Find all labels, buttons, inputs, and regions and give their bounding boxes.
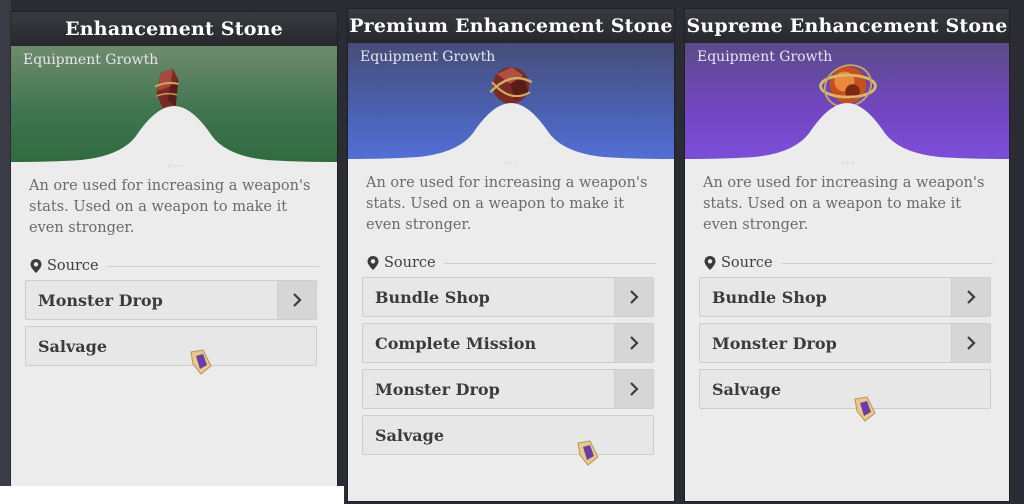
source-row-label: Monster Drop xyxy=(375,379,500,399)
source-row-bundle-shop[interactable]: Bundle Shop xyxy=(362,277,654,317)
header-curve xyxy=(11,106,337,166)
header-curve xyxy=(685,103,1009,163)
card-header: Equipment Growth xyxy=(11,46,337,166)
card-title: Premium Enhancement Stone xyxy=(348,9,674,43)
chevron-right-icon[interactable] xyxy=(614,324,653,362)
header-curve xyxy=(348,103,674,163)
bottom-strip xyxy=(0,486,344,504)
source-row-monster-drop[interactable]: Monster Drop xyxy=(362,369,654,409)
card-header: Equipment Growth xyxy=(685,43,1009,163)
source-rule xyxy=(443,262,656,264)
source-label: Source xyxy=(47,258,99,274)
chevron-right-icon[interactable] xyxy=(951,324,990,362)
chevron-right-icon[interactable] xyxy=(277,281,316,319)
source-row-monster-drop[interactable]: Monster Drop xyxy=(25,280,317,320)
source-heading: Source xyxy=(703,253,993,273)
source-heading: Source xyxy=(366,253,656,273)
source-row-label: Bundle Shop xyxy=(712,287,827,307)
source-row-label: Monster Drop xyxy=(712,333,837,353)
card-title: Enhancement Stone xyxy=(11,12,337,46)
item-card-supreme-enhancement-stone: Supreme Enhancement Stone Equipment Grow… xyxy=(685,9,1009,501)
source-row-label: Salvage xyxy=(712,379,782,399)
chevron-right-icon[interactable] xyxy=(614,370,653,408)
item-description: An ore used for increasing a weapon's st… xyxy=(703,175,985,233)
source-row-salvage[interactable]: Salvage xyxy=(699,369,991,409)
background-edge xyxy=(0,0,11,504)
source-row-label: Salvage xyxy=(375,425,445,445)
source-row-salvage[interactable]: Salvage xyxy=(25,326,317,366)
source-row-label: Salvage xyxy=(38,336,108,356)
item-category: Equipment Growth xyxy=(360,49,496,65)
source-label: Source xyxy=(721,255,773,271)
item-category: Equipment Growth xyxy=(23,52,159,68)
source-row-salvage[interactable]: Salvage xyxy=(362,415,654,455)
divider-ornament: ◦◦◦ xyxy=(840,159,856,168)
source-row-complete-mission[interactable]: Complete Mission xyxy=(362,323,654,363)
source-row-label: Complete Mission xyxy=(375,333,537,353)
item-card-enhancement-stone: Enhancement Stone Equipment Growth ◦◦◦ A… xyxy=(11,12,337,504)
item-description: An ore used for increasing a weapon's st… xyxy=(29,178,311,236)
source-heading: Source xyxy=(29,256,319,276)
item-description: An ore used for increasing a weapon's st… xyxy=(366,175,648,233)
source-rule xyxy=(106,265,319,267)
source-row-bundle-shop[interactable]: Bundle Shop xyxy=(699,277,991,317)
card-header: Equipment Growth xyxy=(348,43,674,163)
crystal-cursor-icon xyxy=(854,396,876,422)
source-rule xyxy=(780,262,993,264)
item-card-premium-enhancement-stone: Premium Enhancement Stone Equipment Grow… xyxy=(348,9,674,501)
map-pin-icon xyxy=(367,256,379,270)
source-label: Source xyxy=(384,255,436,271)
chevron-right-icon[interactable] xyxy=(951,278,990,316)
crystal-cursor-icon xyxy=(190,349,212,375)
source-row-label: Monster Drop xyxy=(38,290,163,310)
divider-ornament: ◦◦◦ xyxy=(166,162,182,171)
source-row-monster-drop[interactable]: Monster Drop xyxy=(699,323,991,363)
source-row-label: Bundle Shop xyxy=(375,287,490,307)
crystal-cursor-icon xyxy=(577,440,599,466)
chevron-right-icon[interactable] xyxy=(614,278,653,316)
item-category: Equipment Growth xyxy=(697,49,833,65)
map-pin-icon xyxy=(30,259,42,273)
divider-ornament: ◦◦◦ xyxy=(503,159,519,168)
map-pin-icon xyxy=(704,256,716,270)
card-title: Supreme Enhancement Stone xyxy=(685,9,1009,43)
